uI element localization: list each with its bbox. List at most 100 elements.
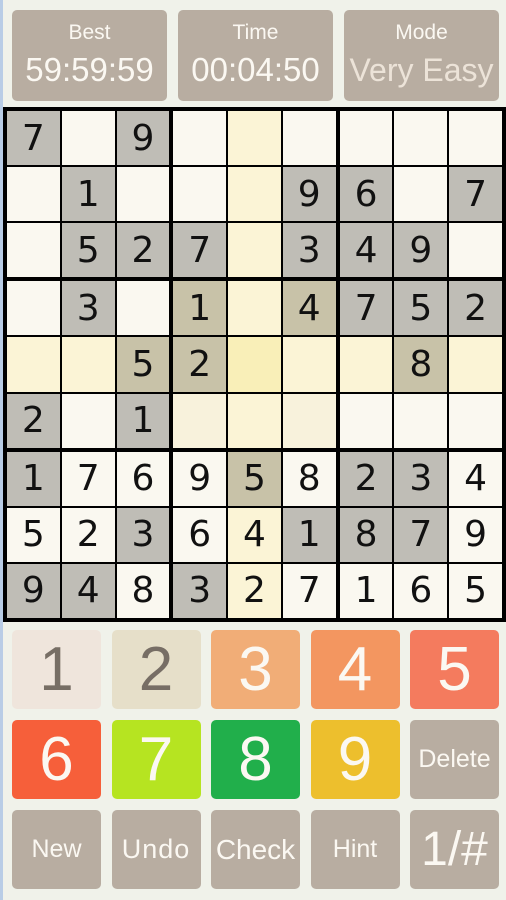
cell-r5-c4[interactable]: 2 [173,337,227,392]
cell-r5-c2[interactable] [61,337,115,392]
cell-r9-c9[interactable]: 5 [449,563,502,618]
cell-r7-c4[interactable]: 9 [173,451,227,506]
cell-r4-c5[interactable] [228,281,281,336]
cell-r6-c4[interactable] [173,393,227,448]
cell-r2-c7[interactable]: 6 [339,167,393,222]
keypad-row-2: 6 7 8 9 Delete [12,720,499,799]
cell-r9-c2[interactable]: 4 [61,563,115,618]
cell-r1-c6[interactable] [282,111,336,166]
cell-r9-c1[interactable]: 9 [7,563,60,618]
cell-r3-c4[interactable]: 7 [173,223,227,278]
cell-r9-c6[interactable]: 7 [282,563,336,618]
cell-r9-c7[interactable]: 1 [339,563,393,618]
cell-r1-c7[interactable] [339,111,393,166]
cell-r2-c9[interactable]: 7 [449,167,502,222]
cell-r3-c9[interactable] [449,223,502,278]
cell-r8-c1[interactable]: 5 [7,507,60,562]
cell-r8-c4[interactable]: 6 [173,507,227,562]
cell-r2-c3[interactable] [116,167,170,222]
cell-r9-c4[interactable]: 3 [173,563,227,618]
cell-r7-c1[interactable]: 1 [7,451,60,506]
cell-r6-c5[interactable] [228,393,281,448]
check-button[interactable]: Check [211,810,300,889]
number-key-9[interactable]: 9 [310,720,400,799]
cell-r4-c9[interactable]: 2 [449,281,502,336]
cell-r3-c7[interactable]: 4 [339,223,393,278]
cell-r7-c6[interactable]: 8 [282,451,336,506]
cell-r4-c6[interactable]: 4 [282,281,336,336]
cell-r7-c3[interactable]: 6 [116,451,170,506]
cell-r1-c3[interactable]: 9 [116,111,170,166]
cell-r3-c1[interactable] [7,223,60,278]
cell-r8-c3[interactable]: 3 [116,507,170,562]
cell-r2-c4[interactable] [173,167,227,222]
cell-r1-c4[interactable] [173,111,227,166]
cell-r1-c1[interactable]: 7 [7,111,60,166]
cell-r5-c3[interactable]: 5 [116,337,170,392]
cell-r4-c8[interactable]: 5 [394,281,448,336]
cell-r7-c2[interactable]: 7 [61,451,115,506]
cell-r4-c4[interactable]: 1 [173,281,227,336]
cell-r6-c8[interactable] [394,393,448,448]
cell-r3-c5[interactable] [228,223,281,278]
cell-r6-c9[interactable] [449,393,502,448]
cell-r6-c3[interactable]: 1 [116,393,170,448]
number-key-2[interactable]: 2 [111,630,201,709]
cell-r2-c1[interactable] [7,167,60,222]
number-key-6[interactable]: 6 [12,720,101,799]
cell-r9-c5[interactable]: 2 [228,563,281,618]
cell-r4-c1[interactable] [7,281,60,336]
cell-r2-c8[interactable] [394,167,448,222]
cell-r7-c9[interactable]: 4 [449,451,502,506]
mode-label: Mode [395,21,448,44]
cell-r3-c6[interactable]: 3 [282,223,336,278]
delete-button[interactable]: Delete [410,720,499,799]
number-key-3[interactable]: 3 [211,630,300,709]
cell-r7-c8[interactable]: 3 [394,451,448,506]
cell-r1-c5[interactable] [228,111,281,166]
cell-r6-c6[interactable] [282,393,336,448]
cell-r3-c2[interactable]: 5 [61,223,115,278]
mode-value: Very Easy [349,52,494,88]
number-key-7[interactable]: 7 [111,720,201,799]
cell-r8-c9[interactable]: 9 [449,507,502,562]
cell-r1-c8[interactable] [394,111,448,166]
cell-r1-c9[interactable] [449,111,502,166]
cell-r8-c7[interactable]: 8 [339,507,393,562]
cell-r5-c5[interactable] [228,337,281,392]
cell-r2-c6[interactable]: 9 [282,167,336,222]
cell-r4-c3[interactable] [116,281,170,336]
cell-r8-c5[interactable]: 4 [228,507,281,562]
cell-r5-c8[interactable]: 8 [394,337,448,392]
hint-button[interactable]: Hint [310,810,400,889]
cell-r5-c9[interactable] [449,337,502,392]
number-key-4[interactable]: 4 [310,630,400,709]
cell-r4-c7[interactable]: 7 [339,281,393,336]
number-key-8[interactable]: 8 [211,720,300,799]
cell-r8-c6[interactable]: 1 [282,507,336,562]
cell-r5-c1[interactable] [7,337,60,392]
cell-r4-c2[interactable]: 3 [61,281,115,336]
cell-r5-c6[interactable] [282,337,336,392]
cell-r3-c3[interactable]: 2 [116,223,170,278]
cell-r3-c8[interactable]: 9 [394,223,448,278]
mode-panel[interactable]: Mode Very Easy [344,10,499,101]
cell-r6-c2[interactable] [61,393,115,448]
cell-r9-c3[interactable]: 8 [116,563,170,618]
cell-r2-c5[interactable] [228,167,281,222]
undo-button[interactable]: Undo [111,810,201,889]
cell-r8-c2[interactable]: 2 [61,507,115,562]
cell-r6-c7[interactable] [339,393,393,448]
cell-r7-c5[interactable]: 5 [228,451,281,506]
notes-toggle-button[interactable]: 1/# [410,810,499,889]
cell-r2-c2[interactable]: 1 [61,167,115,222]
cell-r9-c8[interactable]: 6 [394,563,448,618]
cell-r8-c8[interactable]: 7 [394,507,448,562]
cell-r5-c7[interactable] [339,337,393,392]
cell-r7-c7[interactable]: 2 [339,451,393,506]
new-game-button[interactable]: New [12,810,101,889]
number-key-5[interactable]: 5 [410,630,499,709]
number-key-1[interactable]: 1 [12,630,101,709]
cell-r1-c2[interactable] [61,111,115,166]
cell-r6-c1[interactable]: 2 [7,393,60,448]
